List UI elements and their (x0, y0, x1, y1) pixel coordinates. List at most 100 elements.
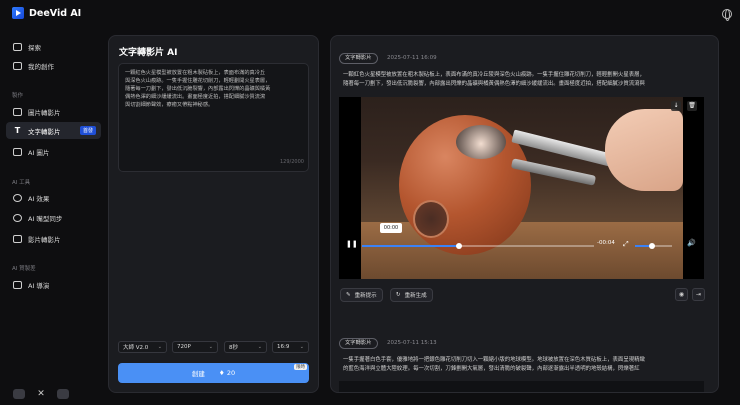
crystal-cavity (456, 125, 506, 159)
pause-icon[interactable]: ❚❚ (346, 240, 358, 249)
folder-icon (13, 61, 22, 70)
video-icon (13, 234, 22, 243)
app-name: DeeVid AI (29, 7, 82, 19)
sidebar-item-label: 我的創作 (28, 62, 54, 71)
result-prompt-line: 隨著每一刀劃下，發出低沉脆裂響，內部露出閃爍的晶礦與橘黃偶熱色澤的細沙緩緩流出。… (343, 81, 645, 87)
sidebar-item-lip-sync[interactable]: AI 嘴型同步 (6, 209, 101, 226)
sidebar-item-ai-effects[interactable]: AI 效果 (6, 189, 101, 206)
sidebar-item-label: AI 嘴型同步 (28, 214, 63, 223)
result-timestamp: 2025-07-11 15:13 (387, 340, 437, 346)
sidebar-item-label: 探索 (28, 43, 41, 52)
visibility-icon[interactable]: ◉ (675, 288, 688, 301)
progress-bar[interactable] (362, 243, 594, 249)
youtube-icon[interactable] (57, 389, 69, 399)
prompt-line: 一顆紅色火星模型被放置在粗木製砧板上，表面布滿的真冷丘 (125, 70, 266, 76)
x-icon[interactable]: ✕ (35, 389, 47, 399)
sidebar-item-label: 影片轉影片 (28, 235, 61, 244)
result-prompt-line: 的藍色海洋與立體大陸紋理。每一次切割，刀鋒劃開大氣層，發出清脆的破裂聲，內部逐漸… (343, 366, 640, 372)
result-timestamp: 2025-07-11 16:09 (387, 55, 437, 61)
regenerate-button[interactable]: ↻ 重新生成 (390, 288, 433, 302)
ai-image-icon (13, 147, 22, 156)
result-type-tag: 文字轉影片 (339, 53, 378, 64)
ratio-value: 16:9 (277, 344, 290, 350)
char-counter: 129/2000 (280, 159, 304, 165)
gem-icon: ♦ (218, 369, 225, 377)
sidebar-item-explore[interactable]: 探索 (6, 38, 101, 55)
edit-icon: ✎ (346, 292, 351, 298)
sidebar-item-label: AI 效果 (28, 194, 50, 203)
discord-icon[interactable] (13, 389, 25, 399)
explore-icon (13, 42, 22, 51)
refresh-icon: ↻ (396, 292, 401, 298)
sidebar-section-create: 製作 (12, 93, 24, 99)
remaining-time: -00:04 (597, 240, 615, 246)
prompt-line: 與切割細節聲效，療癒又帶點神秘感。 (125, 102, 214, 108)
time-tooltip: 00:00 (380, 223, 402, 233)
text-icon: T (14, 125, 21, 135)
credit-cost-value: 20 (226, 369, 236, 377)
results-panel: 文字轉影片 2025-07-11 16:09 一顆紅色火星模型被放置在粗木製砧板… (330, 35, 719, 393)
hand (605, 109, 683, 191)
sidebar-item-my-creations[interactable]: 我的創作 (6, 57, 101, 74)
duration-select[interactable]: 8秒 ⌄ (224, 341, 267, 353)
sidebar-item-ai-director[interactable]: AI 導演 (6, 276, 101, 293)
sidebar-item-ai-image[interactable]: AI 圖片 (6, 143, 101, 160)
sidebar-section-ai-studio: AI 賀製差 (12, 266, 36, 272)
model-select[interactable]: 大師 V2.0 ⌄ (118, 341, 167, 353)
new-badge: 首發 (79, 126, 96, 135)
chevron-down-icon: ⌄ (157, 344, 162, 350)
limited-time-tag: 限時 (294, 364, 307, 370)
sidebar-item-image-to-video[interactable]: 圖片轉影片 (6, 103, 101, 120)
wooden-board (361, 222, 683, 279)
volume-knob[interactable] (648, 243, 655, 249)
reuse-prompt-button[interactable]: ✎ 重新提示 (340, 288, 383, 302)
app-logo[interactable]: DeeVid AI (12, 7, 81, 19)
image-to-video-icon (13, 107, 22, 116)
generate-label: 創建 (191, 370, 205, 378)
sidebar-item-label: AI 導演 (28, 281, 50, 290)
lip-sync-icon (13, 213, 22, 222)
sidebar-item-label: AI 圖片 (28, 148, 50, 157)
result-type-tag: 文字轉影片 (339, 338, 378, 349)
sidebar-item-text-to-video[interactable]: T 文字轉影片 首發 (6, 122, 101, 139)
prompt-line: 與深色火山痕跡。一隻手握住雕花切削刀，輕輕劃開火星表層， (125, 78, 271, 84)
duration-value: 8秒 (229, 345, 238, 351)
language-globe-icon[interactable] (722, 9, 732, 21)
delete-icon[interactable]: 🗑 (687, 101, 697, 111)
result-prompt-line: 一隻手握著白色手套，優雅地將一把銀色雕花切削刀切入一顆縮小版的地球模型。地球被放… (343, 357, 645, 363)
regenerate-label: 重新生成 (404, 293, 427, 299)
fullscreen-icon[interactable]: ⤢ (623, 240, 629, 249)
deevid-logo-icon (12, 7, 24, 19)
prompt-line: 偶熱色澤的細沙緩緩流出。畫面極度近拍，搭配細膩沙質流瀉 (125, 94, 266, 100)
crater (413, 200, 449, 238)
chevron-down-icon: ⌄ (257, 344, 262, 350)
chevron-down-icon: ⌄ (208, 344, 213, 350)
composer-panel: 文字轉影片 AI 一顆紅色火星模型被放置在粗木製砧板上，表面布滿的真冷丘 與深色… (108, 35, 319, 393)
video-frame (361, 97, 683, 279)
ratio-select[interactable]: 16:9 ⌄ (272, 341, 309, 353)
resolution-select[interactable]: 720P ⌄ (172, 341, 218, 353)
progress-fill (362, 245, 460, 247)
chevron-down-icon: ⌄ (299, 344, 304, 350)
sidebar-item-video-to-video[interactable]: 影片轉影片 (6, 230, 101, 247)
model-value: 大師 V2.0 (123, 345, 149, 351)
sparkle-icon (13, 193, 22, 202)
director-icon (13, 280, 22, 289)
sidebar-item-label: 圖片轉影片 (28, 108, 61, 117)
prompt-line: 隨著每一刀劃下，發出低沉脆裂響，內部露出閃爍的晶礦與橘黃 (125, 86, 271, 92)
resolution-value: 720P (177, 344, 191, 350)
video-player[interactable]: ↓ 🗑 00:00 ❚❚ -00:04 ⤢ 🔊 (339, 97, 704, 279)
video-thumbnail[interactable] (339, 381, 704, 392)
reuse-prompt-label: 重新提示 (354, 293, 377, 299)
sidebar-section-ai-tools: AI 工具 (12, 180, 31, 186)
volume-icon[interactable]: 🔊 (687, 239, 696, 248)
share-icon[interactable]: ⇥ (692, 288, 705, 301)
sidebar-item-label: 文字轉影片 (28, 127, 61, 136)
result-prompt-line: 一顆紅色火星模型被放置在粗木製砧板上，表面布滿的真冷丘陵與深色火山痕跡。一隻手握… (343, 72, 645, 78)
generate-button[interactable]: 創建 ♦ 20 限時 (118, 363, 309, 383)
download-icon[interactable]: ↓ (671, 101, 681, 111)
credit-cost: ♦ 20 (219, 369, 235, 377)
composer-title: 文字轉影片 AI (119, 48, 178, 58)
prompt-textarea[interactable]: 一顆紅色火星模型被放置在粗木製砧板上，表面布滿的真冷丘 與深色火山痕跡。一隻手握… (118, 63, 309, 172)
volume-slider[interactable] (635, 243, 672, 249)
